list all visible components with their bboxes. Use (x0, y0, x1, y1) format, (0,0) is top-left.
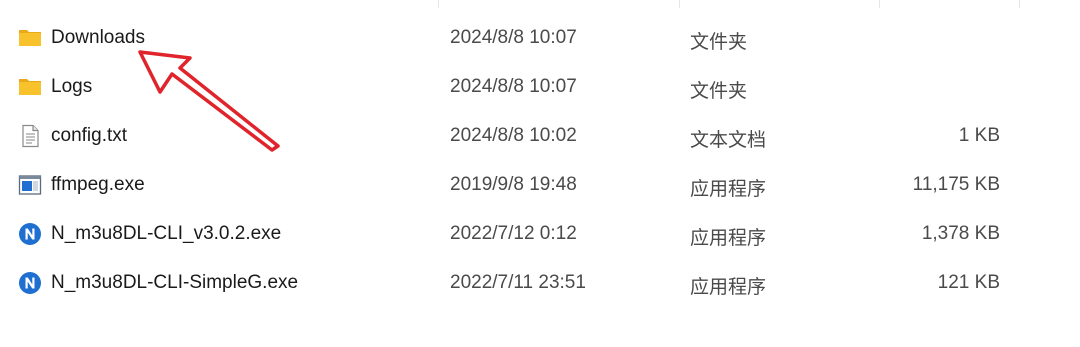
file-row-logs[interactable]: Logs 2024/8/8 10:07 文件夹 (0, 64, 1080, 113)
file-row-config[interactable]: config.txt 2024/8/8 10:02 文本文档 1 KB (0, 113, 1080, 162)
file-name: ffmpeg.exe (51, 174, 145, 195)
folder-icon (18, 26, 42, 50)
file-size: 1,378 KB (921, 223, 1000, 244)
file-row-downloads[interactable]: Downloads 2024/8/8 10:07 文件夹 (0, 15, 1080, 64)
file-date: 2019/9/8 19:48 (450, 174, 577, 195)
file-size: 121 KB (937, 272, 1000, 293)
file-list: Downloads 2024/8/8 10:07 文件夹 Logs 2024/8… (0, 15, 1080, 309)
file-type: 文本文档 (690, 129, 767, 151)
file-date: 2024/8/8 10:02 (450, 125, 577, 146)
folder-icon (18, 75, 42, 99)
file-date: 2022/7/11 23:51 (450, 272, 586, 293)
file-name: Downloads (51, 27, 145, 48)
file-name: Logs (51, 76, 93, 97)
file-name: N_m3u8DL-CLI_v3.0.2.exe (51, 223, 282, 244)
file-name: config.txt (51, 125, 128, 146)
file-row-n-m3u8dl-simpleg[interactable]: N_m3u8DL-CLI-SimpleG.exe 2022/7/11 23:51… (0, 260, 1080, 309)
file-date: 2024/8/8 10:07 (450, 76, 577, 97)
file-size: 11,175 KB (912, 174, 1000, 195)
column-separator[interactable] (679, 0, 680, 8)
file-date: 2022/7/12 0:12 (450, 223, 577, 244)
file-row-n-m3u8dl-cli[interactable]: N_m3u8DL-CLI_v3.0.2.exe 2022/7/12 0:12 应… (0, 211, 1080, 260)
file-type: 应用程序 (690, 276, 767, 298)
text-file-icon (18, 124, 42, 148)
column-separator[interactable] (1019, 0, 1020, 8)
column-separator[interactable] (879, 0, 880, 8)
column-separator[interactable] (438, 0, 439, 8)
file-name: N_m3u8DL-CLI-SimpleG.exe (51, 272, 299, 293)
file-type: 应用程序 (690, 178, 767, 200)
exe-app-icon (18, 173, 42, 197)
file-row-ffmpeg[interactable]: ffmpeg.exe 2019/9/8 19:48 应用程序 11,175 KB (0, 162, 1080, 211)
file-date: 2024/8/8 10:07 (450, 27, 577, 48)
n-app-icon (18, 271, 42, 295)
file-type: 应用程序 (690, 227, 767, 249)
n-app-icon (18, 222, 42, 246)
file-type: 文件夹 (690, 80, 748, 102)
file-type: 文件夹 (690, 31, 748, 53)
file-size: 1 KB (958, 125, 1000, 146)
